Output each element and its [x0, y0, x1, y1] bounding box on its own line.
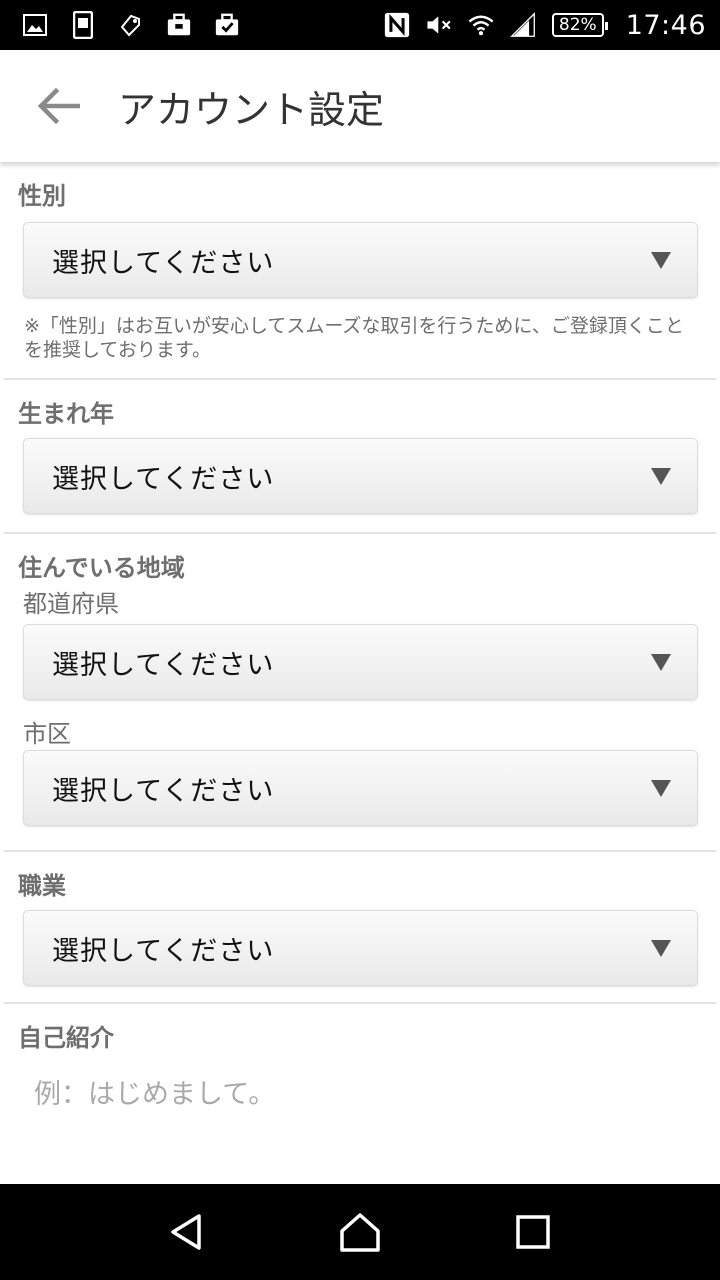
image-icon	[22, 12, 48, 38]
prefecture-label: 都道府県	[23, 590, 119, 618]
app-bar: アカウント設定	[0, 50, 720, 162]
birth-year-section: 生まれ年 選択してください	[4, 380, 716, 534]
back-button[interactable]	[28, 76, 88, 136]
recents-icon	[516, 1215, 551, 1249]
city-select[interactable]: 選択してください	[23, 750, 698, 826]
nav-back-button[interactable]	[157, 1202, 217, 1262]
signal-icon	[510, 12, 536, 38]
dropdown-arrow-icon	[651, 467, 671, 485]
dropdown-arrow-icon	[651, 939, 671, 957]
nav-home-button[interactable]	[330, 1202, 390, 1262]
dropdown-arrow-icon	[651, 251, 671, 269]
region-section: 住んでいる地域 都道府県 選択してください 市区 選択してください	[4, 534, 716, 852]
briefcase-check-icon	[214, 12, 240, 38]
nav-recents-button[interactable]	[503, 1202, 563, 1262]
occupation-select[interactable]: 選択してください	[23, 910, 698, 986]
tag-icon	[118, 12, 144, 38]
page-title: アカウント設定	[118, 87, 385, 132]
intro-textarea[interactable]	[18, 1056, 698, 1146]
birth-year-select-value: 選択してください	[52, 463, 275, 495]
account-settings-form: 性別 選択してください ※「性別」はお互いが安心してスムーズな取引を行うために、…	[0, 162, 720, 1184]
intro-section: 自己紹介	[4, 1004, 716, 1150]
gender-select[interactable]: 選択してください	[23, 222, 698, 298]
dropdown-arrow-icon	[651, 653, 671, 671]
city-select-value: 選択してください	[52, 775, 275, 807]
occupation-section: 職業 選択してください	[4, 852, 716, 1004]
occupation-label: 職業	[18, 872, 66, 900]
gender-select-value: 選択してください	[52, 247, 275, 279]
wifi-icon	[468, 12, 494, 38]
battery-indicator: 82%	[551, 13, 608, 37]
gender-section: 性別 選択してください ※「性別」はお互いが安心してスムーズな取引を行うために、…	[4, 162, 716, 380]
phone-screen-icon	[70, 11, 96, 39]
occupation-select-value: 選択してください	[52, 935, 275, 967]
gender-label: 性別	[18, 182, 66, 210]
prefecture-select[interactable]: 選択してください	[23, 624, 698, 700]
notification-icons	[22, 11, 240, 39]
birth-year-select[interactable]: 選択してください	[23, 438, 698, 514]
home-icon	[340, 1213, 380, 1252]
mute-icon	[426, 12, 452, 38]
dropdown-arrow-icon	[651, 779, 671, 797]
prefecture-select-value: 選択してください	[52, 649, 275, 681]
navigation-bar	[0, 1184, 720, 1280]
arrow-left-icon	[37, 88, 80, 124]
status-bar: 82% 17:46	[0, 0, 720, 50]
gender-note: ※「性別」はお互いが安心してスムーズな取引を行うために、ご登録頂くことを推奨して…	[24, 315, 684, 361]
clock: 17:46	[625, 9, 706, 41]
city-label: 市区	[23, 720, 71, 748]
intro-label: 自己紹介	[18, 1024, 114, 1052]
region-label: 住んでいる地域	[18, 554, 185, 582]
birth-year-label: 生まれ年	[18, 400, 114, 428]
back-triangle-icon	[170, 1214, 201, 1250]
briefcase-icon	[166, 12, 192, 38]
system-status: 82% 17:46	[384, 10, 706, 41]
nfc-icon	[384, 12, 410, 38]
